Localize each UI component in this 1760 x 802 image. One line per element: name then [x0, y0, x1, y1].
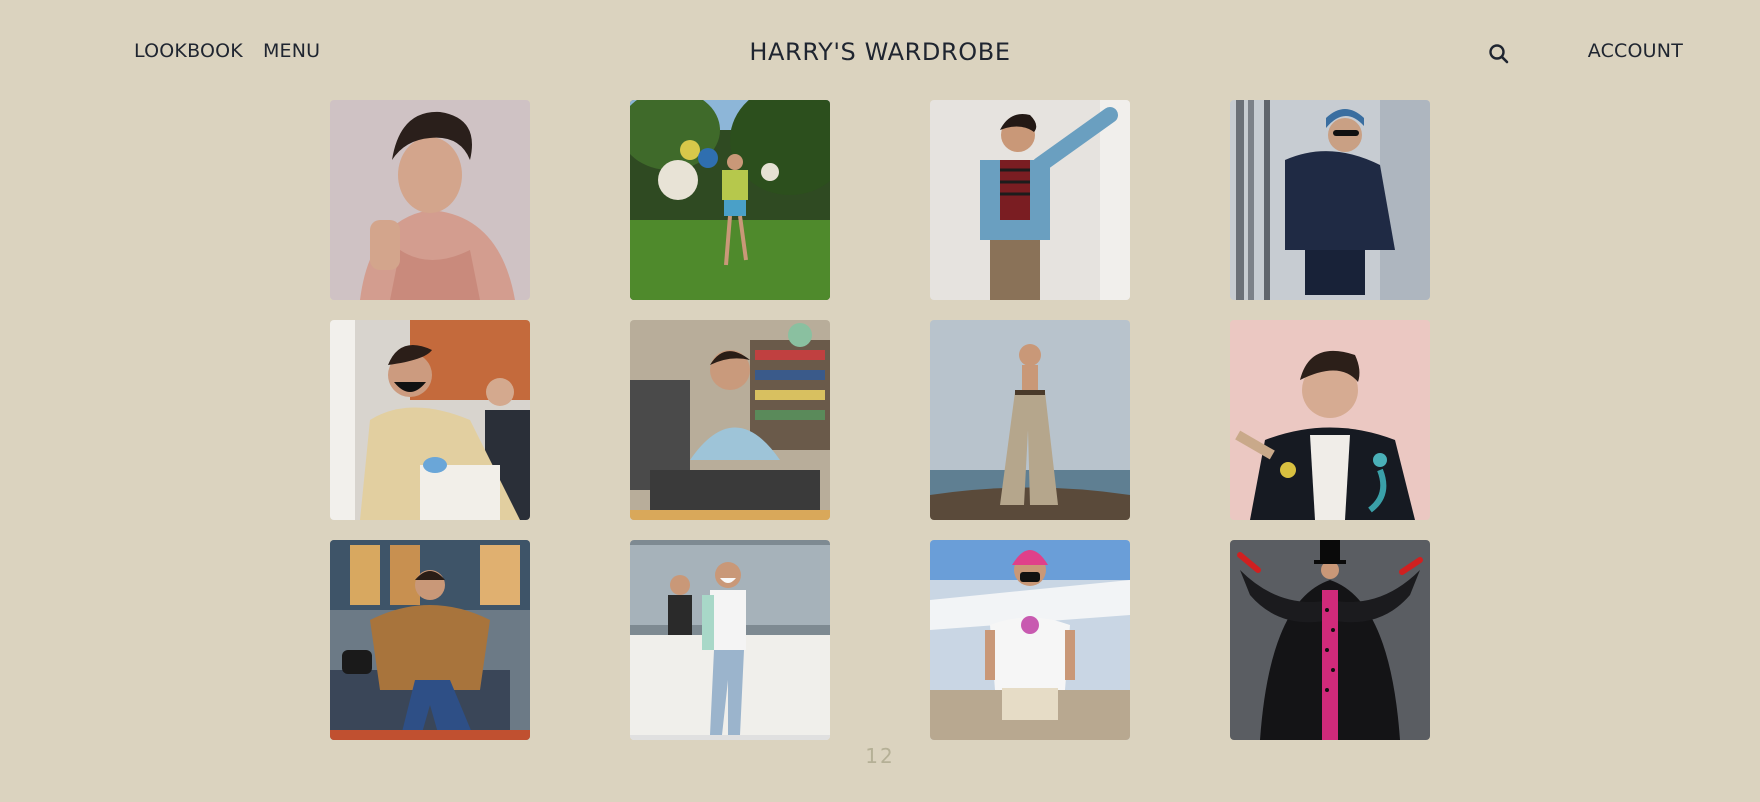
outfit-photo-blue-sweater-studio[interactable] — [630, 320, 830, 520]
outfit-photo-balloons-on-lawn[interactable] — [630, 100, 830, 300]
photo-thumbnail — [630, 100, 830, 300]
outfit-photo-pink-beanie-tee[interactable] — [930, 540, 1130, 740]
outfit-photo-wide-trousers-seaside[interactable] — [930, 320, 1130, 520]
outfit-gallery — [330, 100, 1430, 740]
photo-thumbnail — [330, 100, 530, 300]
photo-thumbnail — [330, 320, 530, 520]
photo-thumbnail — [1230, 320, 1430, 520]
photo-thumbnail — [930, 100, 1130, 300]
photo-thumbnail — [930, 320, 1130, 520]
outfit-photo-embroidered-cardigan[interactable] — [1230, 320, 1430, 520]
photo-thumbnail — [930, 540, 1130, 740]
photo-thumbnail — [1230, 540, 1430, 740]
outfit-photo-pink-ruffled-shirt[interactable] — [330, 100, 530, 300]
outfit-photo-beige-coat-mask[interactable] — [330, 320, 530, 520]
outfit-photo-navy-hoodie-street[interactable] — [1230, 100, 1430, 300]
photo-thumbnail — [330, 540, 530, 740]
photo-thumbnail — [1230, 100, 1430, 300]
outfit-photo-blue-blazer-striped-shirt[interactable] — [930, 100, 1130, 300]
outfit-photo-black-gown-top-hat[interactable] — [1230, 540, 1430, 740]
account-link[interactable]: ACCOUNT — [1588, 40, 1683, 62]
item-count: 12 — [865, 744, 895, 768]
search-icon — [1489, 44, 1509, 64]
outfit-photo-fur-coat-flared-jeans[interactable] — [330, 540, 530, 740]
outfit-photo-ripped-jeans-street[interactable] — [630, 540, 830, 740]
photo-thumbnail — [630, 320, 830, 520]
photo-thumbnail — [630, 540, 830, 740]
search-button[interactable] — [1487, 42, 1511, 66]
